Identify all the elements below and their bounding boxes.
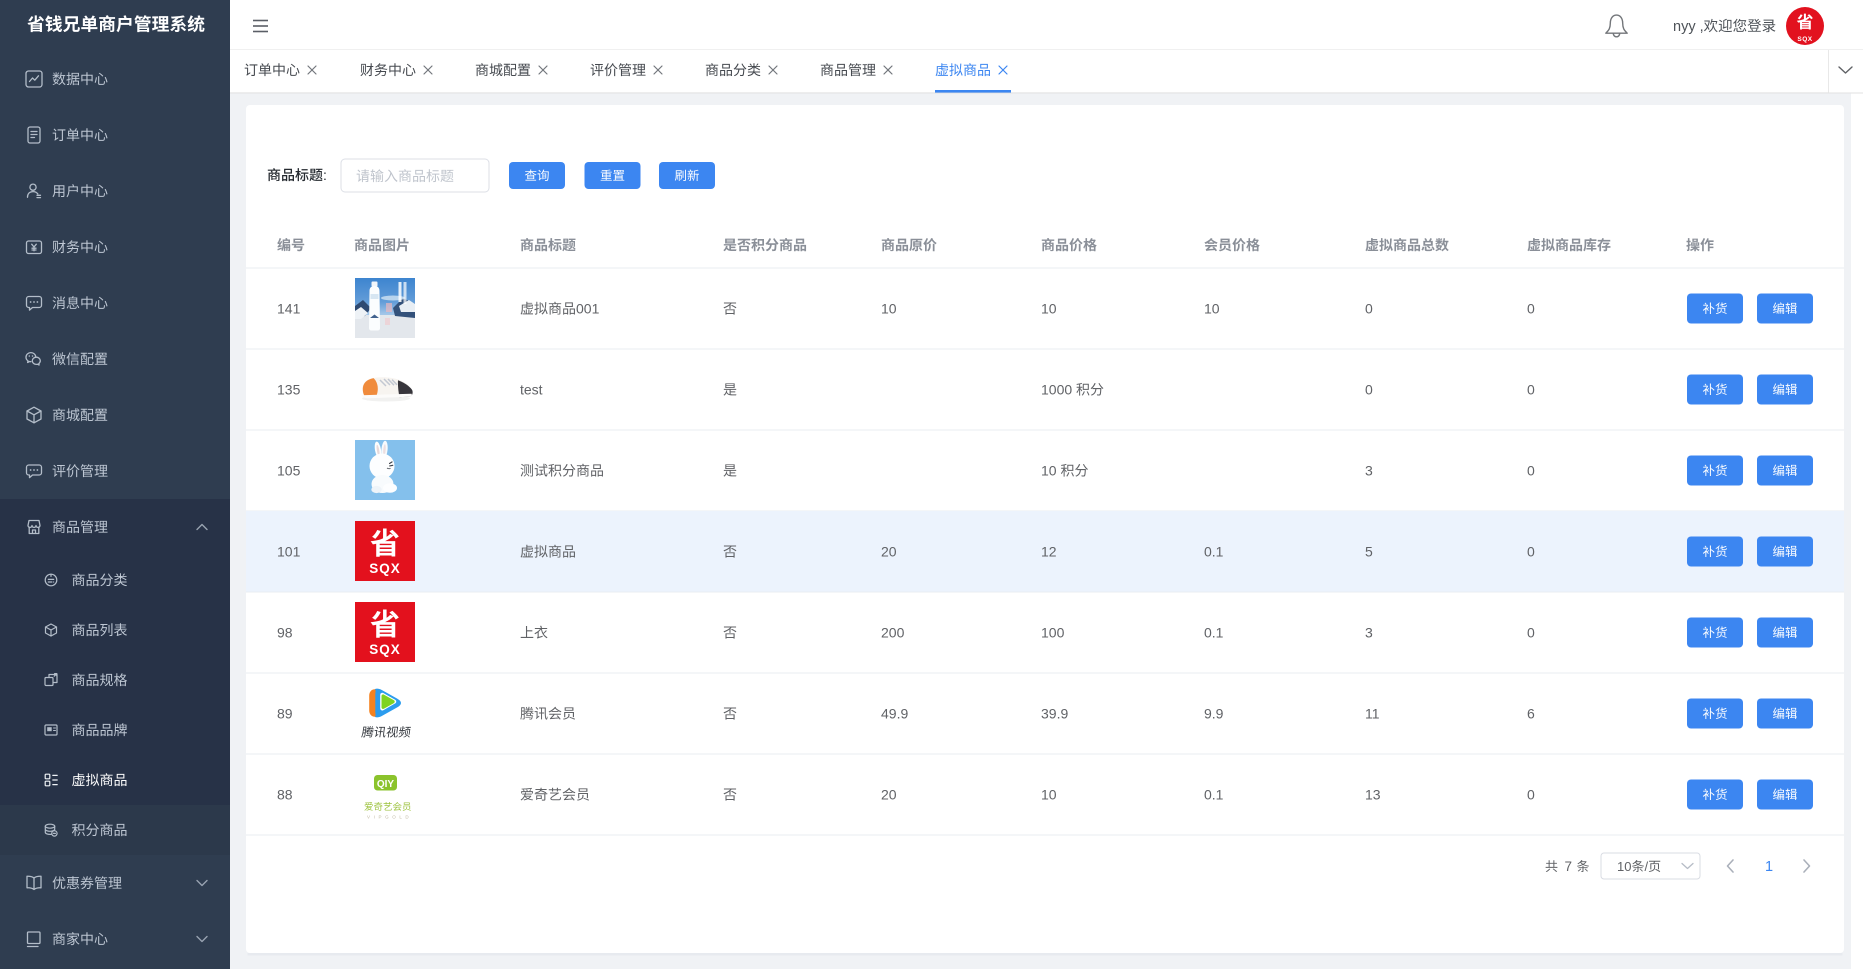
svg-text:0: 0 [1527, 625, 1535, 641]
svg-text:1000: 1000 [1041, 382, 1072, 398]
svg-text:0: 0 [1527, 301, 1535, 317]
svg-text:9.9: 9.9 [1204, 706, 1224, 722]
svg-text:105: 105 [277, 463, 301, 479]
svg-text:QIY: QIY [377, 779, 395, 790]
svg-text:6: 6 [1527, 706, 1535, 722]
svg-text:20: 20 [881, 544, 897, 560]
svg-text:10: 10 [1617, 859, 1631, 874]
svg-text:0.1: 0.1 [1204, 544, 1224, 560]
svg-text:test: test [520, 382, 543, 398]
svg-text:1: 1 [1765, 859, 1773, 875]
svg-text:49.9: 49.9 [881, 706, 908, 722]
svg-text:SQX: SQX [369, 561, 401, 576]
svg-text:89: 89 [277, 706, 293, 722]
svg-text:10: 10 [1041, 463, 1057, 479]
svg-text:SQX: SQX [1797, 36, 1812, 43]
svg-text:V I P G O L D: V I P G O L D [367, 815, 410, 820]
svg-text:11: 11 [1365, 706, 1380, 722]
svg-text:0.1: 0.1 [1204, 787, 1224, 803]
svg-text:SQX: SQX [369, 642, 401, 657]
svg-text:39.9: 39.9 [1041, 706, 1068, 722]
svg-text:10: 10 [881, 301, 897, 317]
svg-text:200: 200 [881, 625, 905, 641]
svg-text:10: 10 [1041, 787, 1057, 803]
svg-text:141: 141 [277, 301, 301, 317]
svg-text:001: 001 [576, 301, 600, 317]
svg-text:nyy ,: nyy , [1673, 19, 1704, 35]
svg-text:135: 135 [277, 382, 301, 398]
svg-text:3: 3 [1365, 625, 1373, 641]
svg-text:0: 0 [1527, 544, 1535, 560]
svg-text:0.1: 0.1 [1204, 625, 1224, 641]
svg-text:0: 0 [1527, 787, 1535, 803]
svg-text:101: 101 [277, 544, 301, 560]
svg-text:0: 0 [1365, 382, 1373, 398]
svg-text:13: 13 [1365, 787, 1381, 803]
svg-text::: : [323, 167, 327, 183]
svg-text:0: 0 [1365, 301, 1373, 317]
svg-text:20: 20 [881, 787, 897, 803]
svg-text:0: 0 [1527, 382, 1535, 398]
svg-text:7: 7 [1565, 859, 1573, 874]
svg-text:98: 98 [277, 625, 293, 641]
svg-text:100: 100 [1041, 625, 1065, 641]
svg-text:/: / [1645, 859, 1649, 874]
svg-text:3: 3 [1365, 463, 1373, 479]
svg-text:12: 12 [1041, 544, 1057, 560]
svg-text:5: 5 [1365, 544, 1373, 560]
svg-text:88: 88 [277, 787, 293, 803]
svg-text:0: 0 [1527, 463, 1535, 479]
svg-text:10: 10 [1041, 301, 1057, 317]
svg-text:10: 10 [1204, 301, 1220, 317]
